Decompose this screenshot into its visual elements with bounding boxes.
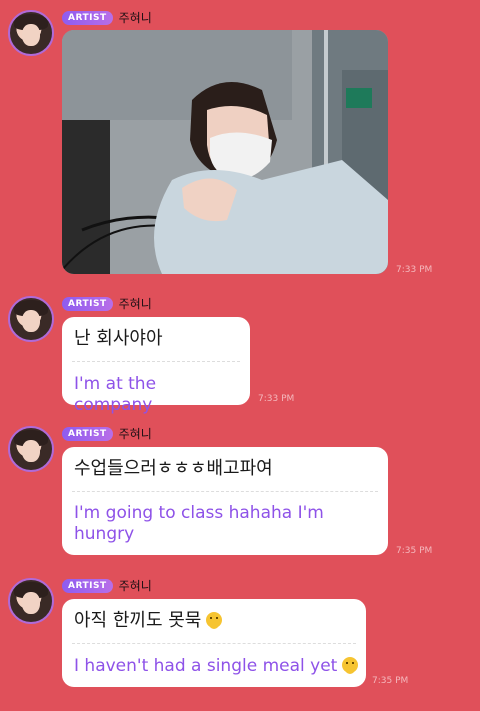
avatar[interactable] <box>8 296 54 342</box>
melting-face-emoji-icon <box>206 612 223 629</box>
artist-badge: ARTIST <box>62 426 113 441</box>
original-text: 난 회사야아 <box>74 328 163 349</box>
sender-name: 주혀니 <box>118 11 152 25</box>
selfie-photo <box>62 30 388 274</box>
timestamp: 7:35 PM <box>396 546 433 556</box>
divider <box>72 491 378 492</box>
translated-text: I'm at the company <box>74 374 157 415</box>
avatar[interactable] <box>8 426 54 472</box>
message-1: ARTIST 주혀니 7:33 PM <box>0 0 480 290</box>
original-text: 아직 한끼도 못묵 <box>74 610 202 631</box>
divider <box>72 643 356 644</box>
sender-name: 주혀니 <box>118 579 152 593</box>
avatar[interactable] <box>8 10 54 56</box>
translated-line: I haven't had a single meal yet <box>74 656 359 677</box>
timestamp: 7:35 PM <box>372 676 409 686</box>
divider <box>72 361 240 362</box>
message-header: ARTIST 주혀니 <box>62 577 152 594</box>
original-text: 수업들으러ㅎㅎㅎ배고파여 <box>74 458 273 479</box>
message-bubble[interactable]: 아직 한끼도 못묵 I haven't had a single meal ye… <box>62 599 366 687</box>
sender-name: 주혀니 <box>118 427 152 441</box>
timestamp: 7:33 PM <box>258 394 295 404</box>
message-2: ARTIST 주혀니 난 회사야아 I'm at the company 7:3… <box>0 290 480 420</box>
sender-name: 주혀니 <box>118 297 152 311</box>
message-3: ARTIST 주혀니 수업들으러ㅎㅎㅎ배고파여 I'm going to cla… <box>0 420 480 570</box>
message-header: ARTIST 주혀니 <box>62 425 152 442</box>
translated-text: I'm going to class hahaha I'm hungry <box>74 503 324 544</box>
melting-face-emoji-icon <box>342 657 359 674</box>
avatar[interactable] <box>8 578 54 624</box>
artist-badge: ARTIST <box>62 296 113 311</box>
message-4: ARTIST 주혀니 아직 한끼도 못묵 I haven't had a sin… <box>0 570 480 711</box>
photo-attachment[interactable] <box>62 30 388 274</box>
artist-badge: ARTIST <box>62 578 113 593</box>
original-line: 아직 한끼도 못묵 <box>74 610 354 632</box>
translated-text: I haven't had a single meal yet <box>74 656 338 676</box>
message-bubble[interactable]: 수업들으러ㅎㅎㅎ배고파여 I'm going to class hahaha I… <box>62 447 388 555</box>
message-bubble[interactable]: 난 회사야아 I'm at the company <box>62 317 250 415</box>
timestamp: 7:33 PM <box>396 265 433 275</box>
message-header: ARTIST 주혀니 <box>62 295 152 312</box>
artist-badge: ARTIST <box>62 10 113 25</box>
message-header: ARTIST 주혀니 <box>62 9 152 26</box>
